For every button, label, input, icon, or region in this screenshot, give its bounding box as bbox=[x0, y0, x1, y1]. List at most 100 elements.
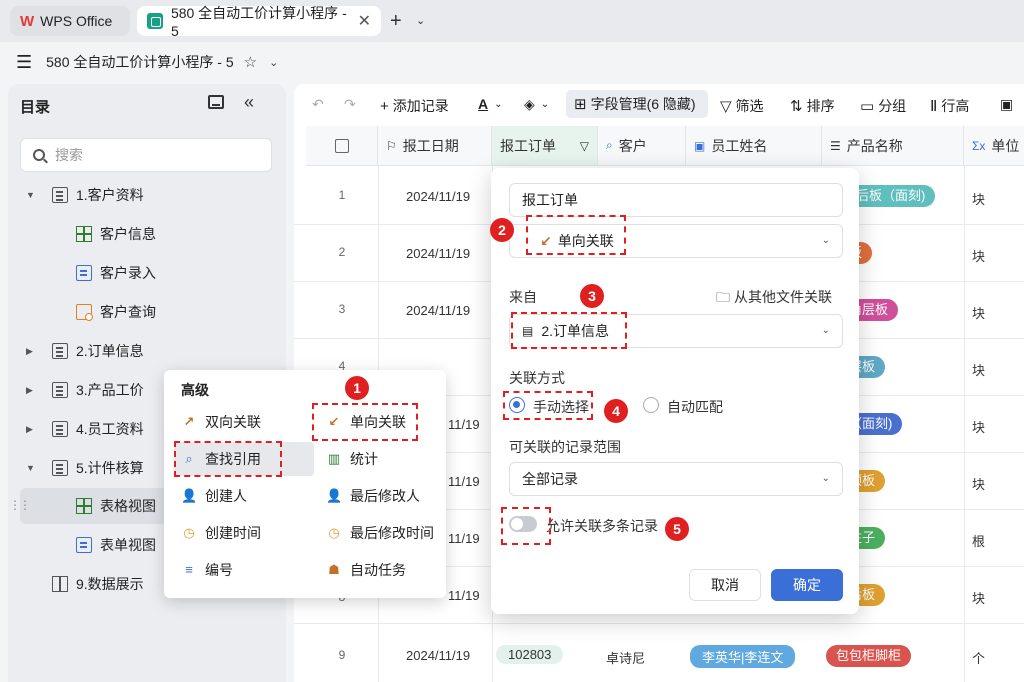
unit-cell[interactable]: 块 bbox=[972, 588, 985, 607]
menu-item-modified-time[interactable]: ◷ 最后修改时间 bbox=[326, 517, 434, 549]
date-cell[interactable]: 11/19 bbox=[448, 588, 480, 603]
chevron-down-icon[interactable]: ⌄ bbox=[269, 56, 278, 69]
date-cell[interactable]: 11/19 bbox=[448, 474, 480, 489]
undo-icon[interactable]: ↶ bbox=[312, 96, 324, 113]
collapsed-arrow-icon[interactable]: ▶ bbox=[26, 424, 40, 435]
formula-icon: Σx bbox=[972, 138, 986, 153]
menu-item-two-way-link[interactable]: ↗ 双向关联 bbox=[181, 406, 261, 438]
link-other-file-button[interactable]: 🗀 从其他文件关联 bbox=[716, 287, 832, 311]
field-manage-button[interactable]: ⊞ 字段管理(6 隐藏) bbox=[566, 90, 708, 118]
column-header[interactable]: ⌕ 客户 bbox=[598, 126, 686, 166]
column-header[interactable]: 报工订单 ▽ bbox=[492, 126, 598, 166]
text-color-button[interactable]: A ⌄ bbox=[478, 96, 503, 112]
field-name-input[interactable]: 报工订单 bbox=[509, 183, 843, 217]
search-icon bbox=[33, 149, 45, 161]
confirm-button[interactable]: 确定 bbox=[771, 569, 843, 601]
filter-icon[interactable]: ▽ bbox=[580, 139, 589, 153]
annotation-box bbox=[174, 441, 282, 477]
row-number: 1 bbox=[338, 188, 346, 202]
unit-cell[interactable]: 块 bbox=[972, 189, 985, 208]
fill-color-button[interactable]: ◈ ⌄ bbox=[524, 96, 549, 113]
sidebar-item-customer-info[interactable]: 客户信息 bbox=[20, 216, 282, 252]
date-cell[interactable]: 2024/11/19 bbox=[406, 303, 470, 318]
row-height-button[interactable]: Ⅱ 行高 bbox=[930, 96, 969, 116]
robot-icon: ☗ bbox=[328, 562, 340, 577]
sidebar-item-order-info[interactable]: ▶ 2.订单信息 bbox=[20, 333, 282, 369]
dashboard-icon bbox=[52, 576, 68, 592]
range-label: 可关联的记录范围 bbox=[509, 439, 621, 455]
panel-icon[interactable] bbox=[208, 95, 224, 109]
collapsed-arrow-icon[interactable]: ▶ bbox=[26, 385, 40, 396]
employee-cell[interactable]: 李英华|李连文 bbox=[690, 645, 796, 668]
column-header[interactable]: ▣ 员工姓名 bbox=[686, 126, 822, 166]
sidebar-item-label: 5.计件核算 bbox=[76, 460, 144, 476]
unit-cell[interactable]: 块 bbox=[972, 474, 985, 493]
menu-icon[interactable]: ☰ bbox=[16, 52, 32, 73]
collapsed-arrow-icon[interactable]: ▶ bbox=[26, 346, 40, 357]
sidebar-item-customer-entry[interactable]: 客户录入 bbox=[20, 255, 282, 291]
unit-cell[interactable]: 个 bbox=[972, 648, 985, 667]
select-all-checkbox[interactable] bbox=[306, 126, 378, 166]
menu-item-last-modifier[interactable]: 👤 最后修改人 bbox=[326, 480, 420, 512]
group-button[interactable]: ▭ 分组 bbox=[860, 96, 906, 116]
close-icon[interactable]: ✕ bbox=[358, 11, 371, 31]
menu-item-statistics[interactable]: ▥ 统计 bbox=[326, 443, 378, 475]
multiselect-icon: ☰ bbox=[830, 138, 841, 153]
search-input[interactable]: 搜索 bbox=[20, 138, 272, 172]
column-header-label: 员工姓名 bbox=[711, 137, 768, 154]
date-cell[interactable]: 11/19 bbox=[448, 417, 480, 432]
date-cell[interactable]: 2024/11/19 bbox=[406, 189, 470, 204]
sidebar-item-customer-data[interactable]: ▼ 1.客户资料 bbox=[20, 177, 282, 213]
list-icon bbox=[52, 421, 68, 437]
annotation-badge: 3 bbox=[580, 284, 604, 308]
unit-cell[interactable]: 块 bbox=[972, 360, 985, 379]
date-cell[interactable]: 2024/11/19 bbox=[406, 246, 470, 261]
redo-icon[interactable]: ↷ bbox=[344, 96, 356, 113]
menu-item-label: 双向关联 bbox=[205, 414, 261, 430]
column-header[interactable]: ⚐ 报工日期 bbox=[378, 126, 492, 166]
unit-cell[interactable]: 块 bbox=[972, 417, 985, 436]
annotation-box bbox=[511, 312, 627, 349]
product-tag[interactable]: 包包柜脚柜 bbox=[826, 645, 912, 667]
expanded-arrow-icon[interactable]: ▼ bbox=[26, 463, 40, 473]
sidebar-item-label: 2.订单信息 bbox=[76, 343, 144, 359]
sidebar-item-customer-query[interactable]: 客户查询 bbox=[20, 294, 282, 330]
auto-match-radio[interactable] bbox=[643, 397, 659, 413]
menu-item-label: 创建人 bbox=[205, 488, 247, 504]
customer-cell[interactable]: 卓诗尼 bbox=[606, 648, 645, 667]
new-tab-icon[interactable]: + bbox=[390, 10, 402, 33]
form-icon bbox=[76, 537, 92, 553]
cancel-button[interactable]: 取消 bbox=[689, 569, 761, 601]
document-title: 580 全自动工价计算小程序 - 5 bbox=[46, 54, 234, 70]
column-header[interactable]: Σx 单位 bbox=[964, 126, 1024, 166]
chevron-down-icon[interactable]: ⌄ bbox=[416, 14, 425, 27]
order-cell[interactable]: 102803 bbox=[496, 645, 564, 664]
auto-match-label: 自动匹配 bbox=[667, 399, 723, 415]
more-toolbar-icon[interactable]: ▣ bbox=[1000, 96, 1013, 113]
filter-button[interactable]: ▽ 筛选 bbox=[720, 96, 764, 116]
unit-cell[interactable]: 块 bbox=[972, 303, 985, 322]
unit-cell[interactable]: 根 bbox=[972, 531, 985, 550]
collapse-sidebar-icon[interactable]: « bbox=[244, 92, 254, 113]
star-icon[interactable]: ☆ bbox=[244, 53, 257, 71]
add-record-button[interactable]: + 添加记录 bbox=[380, 96, 449, 116]
menu-item-auto-task[interactable]: ☗ 自动任务 bbox=[326, 554, 406, 586]
tab-document[interactable]: 580 全自动工价计算小程序 - 5 ✕ bbox=[137, 5, 381, 39]
chevron-down-icon: ⌄ bbox=[540, 99, 550, 110]
unit-cell[interactable]: 块 bbox=[972, 246, 985, 265]
annotation-badge: 2 bbox=[490, 218, 514, 242]
tab-wps-office[interactable]: W WPS Office bbox=[10, 6, 130, 36]
sort-button[interactable]: ⇅ 排序 bbox=[790, 96, 835, 116]
menu-item-created-time[interactable]: ◷ 创建时间 bbox=[181, 517, 261, 549]
expanded-arrow-icon[interactable]: ▼ bbox=[26, 190, 40, 200]
column-header-label: 单位 bbox=[991, 137, 1020, 154]
range-select[interactable]: 全部记录 ⌄ bbox=[509, 462, 843, 496]
annotation-box bbox=[526, 215, 626, 255]
menu-item-creator[interactable]: 👤 创建人 bbox=[181, 480, 247, 512]
date-cell[interactable]: 11/19 bbox=[448, 531, 480, 546]
tab-label: 580 全自动工价计算小程序 - 5 bbox=[170, 5, 347, 39]
menu-item-serial-number[interactable]: ≡ 编号 bbox=[181, 554, 233, 586]
column-header[interactable]: ☰ 产品名称 bbox=[822, 126, 964, 166]
date-cell[interactable]: 2024/11/19 bbox=[406, 648, 470, 663]
text-color-icon: A bbox=[478, 96, 489, 112]
